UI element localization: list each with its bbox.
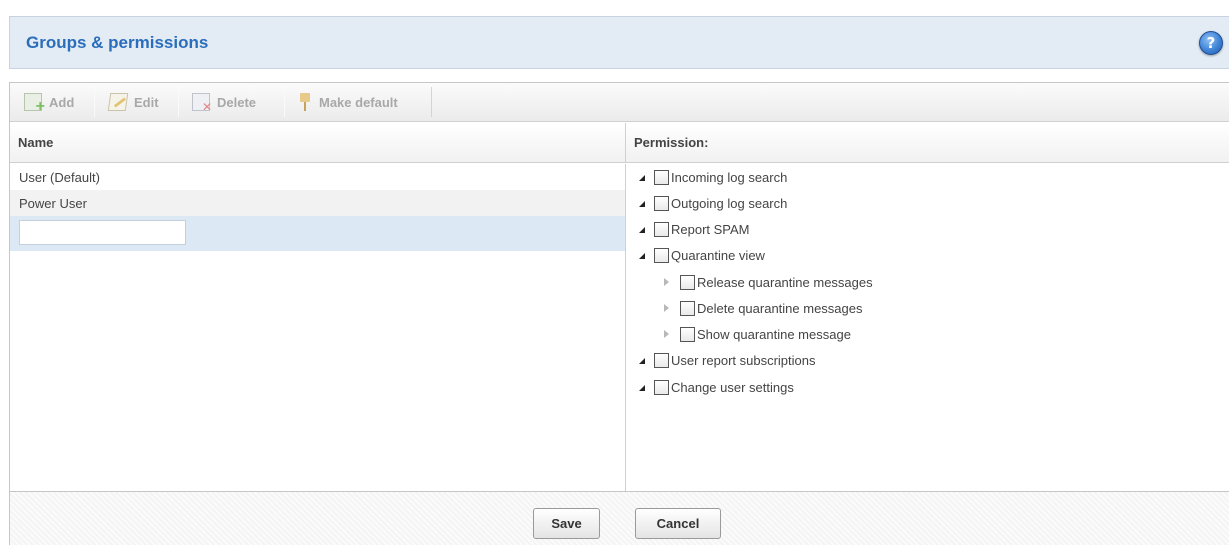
expanded-triangle-icon[interactable] <box>639 357 645 364</box>
toolbar-divider <box>178 87 179 117</box>
group-list: User (Default) Power User <box>10 164 626 491</box>
permission-checkbox[interactable] <box>680 326 695 342</box>
permission-label: Quarantine view <box>671 247 765 263</box>
collapsed-triangle-icon[interactable] <box>664 278 669 286</box>
edit-button-label: Edit <box>134 94 159 110</box>
add-button[interactable]: Add <box>20 89 75 116</box>
permission-column-header: Permission: <box>626 123 1229 163</box>
permission-label: Change user settings <box>671 379 794 395</box>
expanded-triangle-icon[interactable] <box>639 200 645 207</box>
permission-checkbox[interactable] <box>654 221 669 237</box>
collapsed-triangle-icon[interactable] <box>664 304 669 312</box>
permission-report-spam[interactable]: Report SPAM <box>639 219 750 239</box>
permission-checkbox[interactable] <box>654 352 669 368</box>
permission-checkbox[interactable] <box>654 247 669 263</box>
name-column-header: Name <box>10 123 626 163</box>
toolbar-divider <box>431 87 432 117</box>
permission-label: Delete quarantine messages <box>697 300 863 316</box>
footer-bar: Save Cancel <box>10 491 1229 545</box>
permission-delete-quarantine-messages[interactable]: Delete quarantine messages <box>663 298 863 318</box>
expanded-triangle-icon[interactable] <box>639 174 645 181</box>
expanded-triangle-icon[interactable] <box>639 226 645 233</box>
edit-button[interactable]: Edit <box>105 89 159 115</box>
pin-icon <box>298 93 312 111</box>
expanded-triangle-icon[interactable] <box>639 384 645 391</box>
toolbar-divider <box>284 87 285 117</box>
save-button[interactable]: Save <box>533 508 600 539</box>
permission-checkbox[interactable] <box>654 169 669 185</box>
delete-icon <box>192 93 212 114</box>
permission-label: Report SPAM <box>671 221 750 237</box>
permission-quarantine-view[interactable]: Quarantine view <box>639 245 765 265</box>
make-default-button-label: Make default <box>319 94 398 110</box>
permission-show-quarantine-message[interactable]: Show quarantine message <box>663 324 851 344</box>
group-row-power-user[interactable]: Power User <box>10 190 625 216</box>
delete-button-label: Delete <box>217 94 257 110</box>
help-icon[interactable]: ? <box>1199 31 1223 55</box>
collapsed-triangle-icon[interactable] <box>664 330 669 338</box>
new-group-name-input[interactable] <box>19 220 186 245</box>
delete-button[interactable]: Delete <box>188 89 256 115</box>
permission-outgoing-log-search[interactable]: Outgoing log search <box>639 193 787 213</box>
permission-label: Show quarantine message <box>697 326 851 342</box>
permission-change-user-settings[interactable]: Change user settings <box>639 377 794 397</box>
groups-panel: Add Edit Delete Make default Name Permis… <box>9 82 1229 545</box>
permission-user-report-subscriptions[interactable]: User report subscriptions <box>639 350 816 370</box>
permission-label: Incoming log search <box>671 169 788 185</box>
expanded-triangle-icon[interactable] <box>639 252 645 259</box>
group-row-new[interactable] <box>10 216 625 251</box>
page-title: Groups & permissions <box>26 33 209 52</box>
cancel-button[interactable]: Cancel <box>635 508 721 539</box>
permission-label: Outgoing log search <box>671 195 788 211</box>
toolbar-divider <box>94 87 95 117</box>
add-button-label: Add <box>49 94 75 110</box>
toolbar: Add Edit Delete Make default <box>10 83 1229 122</box>
permission-checkbox[interactable] <box>654 195 669 211</box>
permission-checkbox[interactable] <box>680 274 695 290</box>
permission-checkbox[interactable] <box>654 379 669 395</box>
permission-tree: Incoming log search Outgoing log search … <box>627 164 1229 491</box>
add-group-icon <box>24 93 45 116</box>
permission-checkbox[interactable] <box>680 300 695 316</box>
edit-pencil-icon <box>107 93 129 111</box>
make-default-button[interactable]: Make default <box>294 89 398 115</box>
group-row-user-default[interactable]: User (Default) <box>10 164 625 190</box>
permission-release-quarantine-messages[interactable]: Release quarantine messages <box>663 272 873 292</box>
permission-label: Release quarantine messages <box>697 274 873 290</box>
page-header: Groups & permissions ? <box>9 16 1229 69</box>
permission-label: User report subscriptions <box>671 352 816 368</box>
permission-incoming-log-search[interactable]: Incoming log search <box>639 167 787 187</box>
